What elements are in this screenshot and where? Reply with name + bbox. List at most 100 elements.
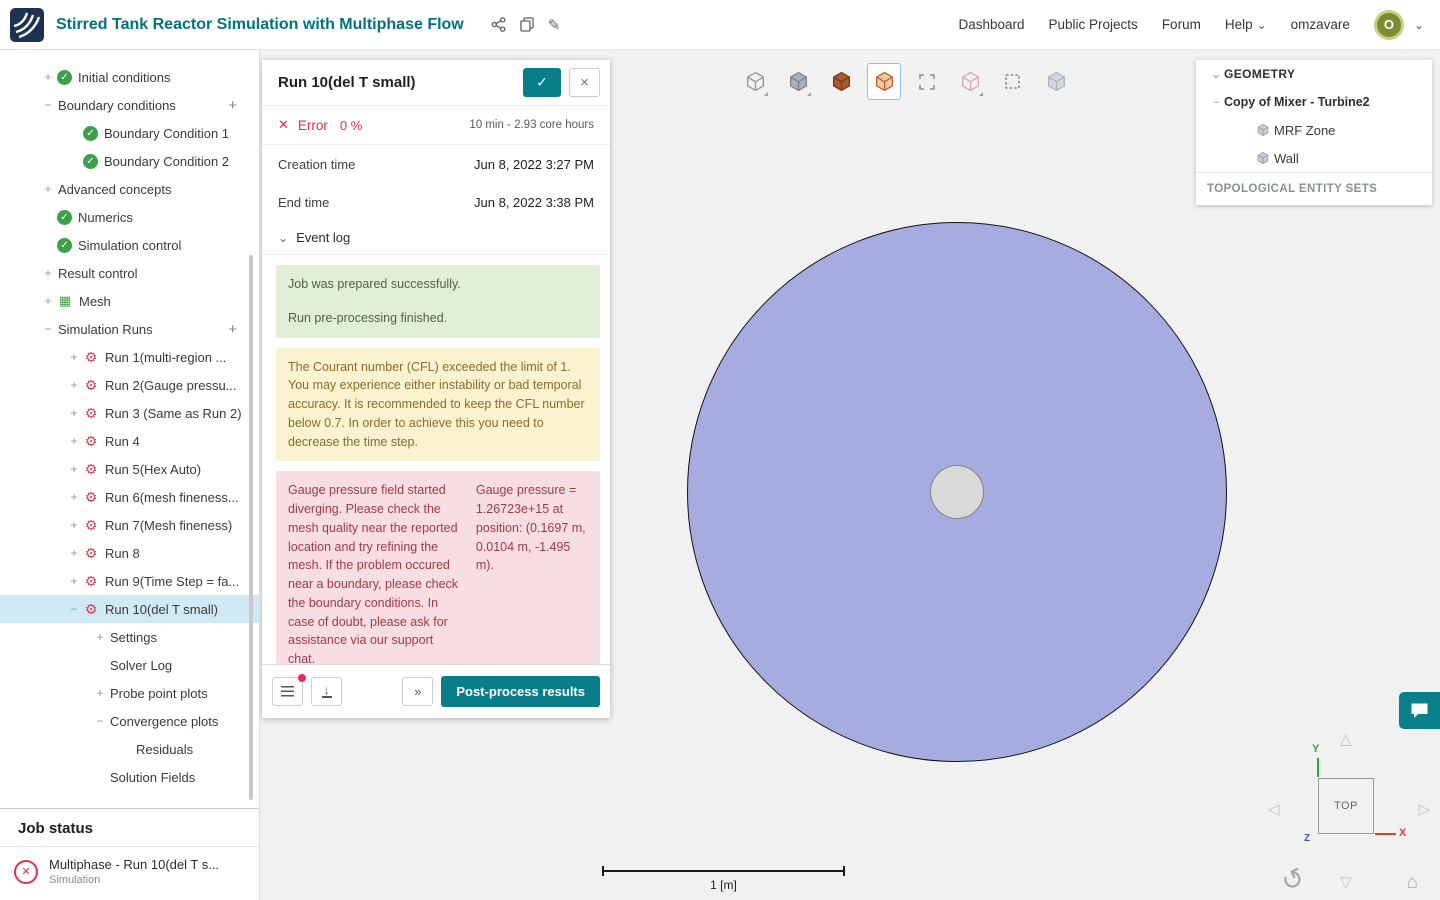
expand-icon[interactable]: +	[66, 462, 82, 476]
view-cube-top-face[interactable]: TOP	[1318, 778, 1374, 834]
event-log-toggle[interactable]: ⌄ Event log	[262, 221, 610, 255]
tree-item-initial-conditions[interactable]: + ✓ Initial conditions	[0, 63, 259, 91]
collapse-icon[interactable]: −	[40, 322, 56, 336]
viewport-3d[interactable]: Run 10(del T small) ✓ × ✕ Error 0 % 10 m…	[260, 50, 1440, 900]
tilt-down-arrow-icon[interactable]: ▽	[1340, 875, 1352, 890]
home-view-icon[interactable]: ⌂	[1407, 873, 1418, 892]
y-axis-label: Y	[1312, 743, 1320, 755]
tree-item-run-6-mesh-fineness[interactable]: + ⚙ Run 6(mesh fineness...	[0, 483, 259, 511]
expand-icon[interactable]: +	[66, 574, 82, 588]
add-icon[interactable]: +	[228, 321, 237, 338]
tree-item-simulation-control[interactable]: ✓ Simulation control	[0, 231, 259, 259]
collapse-icon[interactable]: −	[92, 714, 108, 728]
expand-icon[interactable]: +	[92, 686, 108, 700]
expand-icon[interactable]: +	[66, 378, 82, 392]
tree-item-run-7-mesh-fineness[interactable]: + ⚙ Run 7(Mesh fineness)	[0, 511, 259, 539]
expand-icon[interactable]: +	[66, 434, 82, 448]
tree-item-result-control[interactable]: + Result control	[0, 259, 259, 287]
username-label[interactable]: omzavare	[1291, 17, 1350, 32]
rotate-view-icon[interactable]: ↺	[1277, 862, 1310, 899]
support-chat-button[interactable]	[1399, 692, 1440, 729]
tree-item-mesh[interactable]: + ▦ Mesh	[0, 287, 259, 315]
tree-item-run-10-del-t-small[interactable]: − ⚙ Run 10(del T small)	[0, 595, 259, 623]
rotate-left-arrow-icon[interactable]: ◁	[1268, 802, 1280, 817]
expand-icon[interactable]: +	[40, 182, 56, 196]
run-title: Run 10(del T small)	[278, 74, 416, 91]
expand-icon[interactable]: +	[66, 518, 82, 532]
add-icon[interactable]: +	[228, 97, 237, 114]
expand-icon[interactable]: +	[66, 490, 82, 504]
perspective-cube-icon[interactable]	[738, 63, 772, 100]
job-status-item[interactable]: ✕ Multiphase - Run 10(del T s... Simulat…	[0, 847, 259, 900]
geometry-panel: ⌄ GEOMETRY − Copy of Mixer - Turbine2 MR…	[1196, 60, 1432, 205]
expand-panel-button[interactable]: »	[402, 677, 434, 706]
tree-item-boundary-condition-2[interactable]: ✓ Boundary Condition 2	[0, 147, 259, 175]
geometry-root-item[interactable]: − Copy of Mixer - Turbine2	[1196, 88, 1432, 116]
expand-icon[interactable]: +	[66, 546, 82, 560]
account-menu[interactable]: O ⌄	[1373, 9, 1424, 40]
tree-item-probe-point-plots[interactable]: + Probe point plots	[0, 679, 259, 707]
post-process-results-button[interactable]: Post-process results	[441, 676, 600, 707]
topological-entity-sets-header[interactable]: TOPOLOGICAL ENTITY SETS	[1196, 172, 1432, 205]
tree-item-run-2-gauge-pressu[interactable]: + ⚙ Run 2(Gauge pressu...	[0, 371, 259, 399]
collapse-icon[interactable]: −	[66, 602, 82, 616]
expand-icon[interactable]: +	[40, 294, 56, 308]
tree-item-settings[interactable]: + Settings	[0, 623, 259, 651]
nav-dashboard[interactable]: Dashboard	[958, 17, 1024, 32]
nav-help[interactable]: Help ⌄	[1225, 17, 1267, 32]
tree-item-run-5-hex-auto[interactable]: + ⚙ Run 5(Hex Auto)	[0, 455, 259, 483]
tree-item-numerics[interactable]: ✓ Numerics	[0, 203, 259, 231]
tree-item-simulation-runs[interactable]: − Simulation Runs +	[0, 315, 259, 343]
fit-view-icon[interactable]	[910, 63, 944, 100]
tree-item-boundary-condition-1[interactable]: ✓ Boundary Condition 1	[0, 119, 259, 147]
shaft-geometry[interactable]	[930, 465, 984, 519]
hidden-cube-icon[interactable]	[1039, 63, 1073, 100]
close-panel-button[interactable]: ×	[569, 68, 600, 97]
tree-item-residuals[interactable]: Residuals	[0, 735, 259, 763]
expand-icon[interactable]: +	[66, 350, 82, 364]
run-icon: ⚙	[84, 460, 98, 477]
tree-item-solver-log[interactable]: Solver Log	[0, 651, 259, 679]
tree-item-advanced-concepts[interactable]: + Advanced concepts	[0, 175, 259, 203]
surfaces-cube-icon[interactable]	[824, 63, 858, 100]
tree-item-label: Run 10(del T small)	[105, 601, 218, 617]
tree-item-label: Solver Log	[110, 657, 173, 673]
expand-icon[interactable]: +	[40, 266, 56, 280]
expand-icon[interactable]: +	[92, 630, 108, 644]
collapse-icon[interactable]: −	[40, 98, 56, 112]
collapse-icon[interactable]: −	[1208, 95, 1224, 109]
share-button[interactable]	[484, 13, 513, 36]
tree-item-convergence-plots[interactable]: − Convergence plots	[0, 707, 259, 735]
tree-item-run-3-same-as-run-2[interactable]: + ⚙ Run 3 (Same as Run 2)	[0, 399, 259, 427]
geometry-item-mrf-zone[interactable]: MRF Zone	[1196, 116, 1432, 144]
app-logo[interactable]	[10, 7, 44, 42]
event-list-button[interactable]	[272, 674, 306, 706]
geometry-section-header[interactable]: ⌄ GEOMETRY	[1196, 60, 1432, 88]
solid-shading-cube-icon[interactable]	[781, 63, 815, 100]
tree-item-run-9-time-step-fa[interactable]: + ⚙ Run 9(Time Step = fa...	[0, 567, 259, 595]
tree-item-boundary-conditions[interactable]: − Boundary conditions +	[0, 91, 259, 119]
chat-bubble-icon	[1411, 703, 1428, 718]
avatar[interactable]: O	[1373, 9, 1404, 40]
tree-scrollbar[interactable]	[249, 255, 253, 800]
expand-icon[interactable]: +	[66, 406, 82, 420]
rotate-right-arrow-icon[interactable]: ▷	[1418, 802, 1430, 817]
tree-item-run-8[interactable]: + ⚙ Run 8	[0, 539, 259, 567]
copy-project-button[interactable]	[513, 13, 541, 36]
tree-item-run-1-multi-region[interactable]: + ⚙ Run 1(multi-region ...	[0, 343, 259, 371]
download-results-button[interactable]: ↓	[311, 677, 342, 706]
tree-item-label: Run 4	[105, 433, 140, 449]
box-select-icon[interactable]	[996, 63, 1030, 100]
edit-title-button[interactable]: ✎	[541, 12, 568, 38]
transparent-cube-icon[interactable]	[953, 63, 987, 100]
tilt-up-arrow-icon[interactable]: △	[1340, 732, 1352, 747]
nav-forum[interactable]: Forum	[1162, 17, 1201, 32]
tree-item-label: Advanced concepts	[58, 181, 172, 197]
expand-icon[interactable]: +	[40, 70, 56, 84]
nav-public-projects[interactable]: Public Projects	[1049, 17, 1138, 32]
geometry-item-wall[interactable]: Wall	[1196, 144, 1432, 172]
tree-item-run-4[interactable]: + ⚙ Run 4	[0, 427, 259, 455]
volumes-cube-icon[interactable]	[867, 63, 901, 100]
tree-item-solution-fields[interactable]: Solution Fields	[0, 763, 259, 791]
confirm-button[interactable]: ✓	[523, 68, 561, 97]
